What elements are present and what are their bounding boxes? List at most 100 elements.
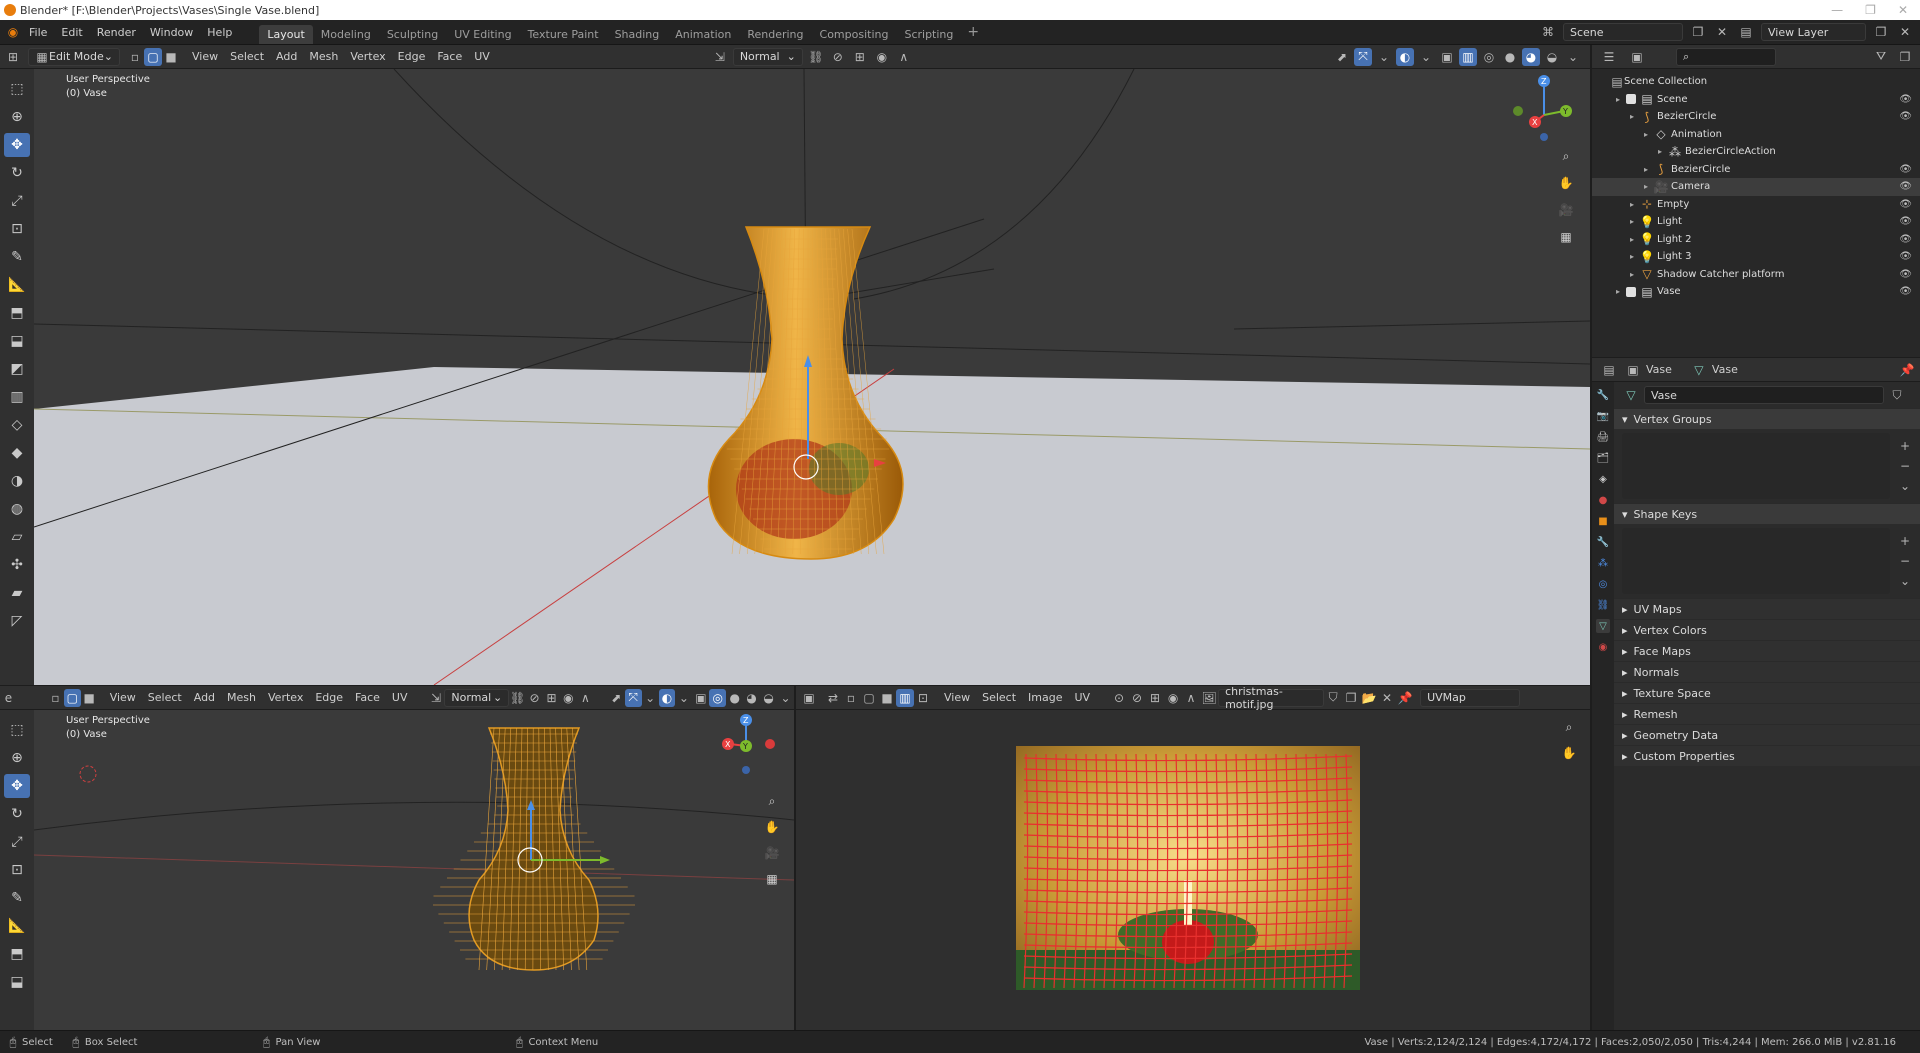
xray-icon[interactable]: ▥	[1459, 47, 1477, 66]
new-scene-icon[interactable]: ❐	[1689, 23, 1707, 41]
pin-icon[interactable]: 📌	[1898, 361, 1916, 379]
solid-shading-icon[interactable]: ●	[726, 689, 743, 707]
eye-icon[interactable]: 👁	[1899, 234, 1912, 245]
pivot-icon[interactable]: ⛓	[509, 689, 526, 707]
particles-tab-icon[interactable]: ⁂	[1596, 556, 1610, 570]
proportional-edit-icon[interactable]: ◉	[1164, 689, 1182, 707]
outliner-row-scene-collection[interactable]: ▤ Scene Collection	[1592, 73, 1920, 91]
face-select-icon[interactable]: ■	[162, 48, 180, 66]
falloff-icon[interactable]: ∧	[895, 48, 913, 66]
blender-menu-icon[interactable]: ◉	[4, 23, 22, 41]
sticky-select-icon[interactable]: ⊡	[914, 689, 932, 707]
menu-vertex[interactable]: Vertex	[344, 50, 391, 63]
outliner-row-beziercircle[interactable]: ▸ ⟆ BezierCircle 👁	[1592, 161, 1920, 179]
extrude-icon[interactable]: ⬒	[4, 942, 30, 966]
tab-layout[interactable]: Layout	[259, 25, 313, 44]
fake-user-icon[interactable]: ⛉	[1888, 386, 1906, 404]
disclosure-triangle-icon[interactable]: ▸	[1630, 112, 1640, 121]
loop-cut-icon[interactable]: ▥	[4, 385, 30, 409]
material-shading-icon[interactable]: ◕	[1522, 47, 1540, 66]
poly-build-icon[interactable]: ◆	[4, 441, 30, 465]
eye-icon[interactable]: 👁	[1899, 251, 1912, 262]
eye-icon[interactable]: 👁	[1899, 111, 1912, 122]
disclosure-triangle-icon[interactable]: ▸	[1630, 217, 1640, 226]
uv-editor[interactable]: ▣ ⇄ ▫ ▢ ■ ▥ ⊡ View Select Image UV ⊙ ⊘ ⊞ ◉ …	[796, 685, 1590, 1030]
wireframe-shading-icon[interactable]: ◎	[709, 688, 727, 707]
constraints-tab-icon[interactable]: ⛓	[1596, 598, 1610, 612]
camera-view-icon[interactable]: 🎥	[761, 842, 783, 864]
menu-edge[interactable]: Edge	[392, 50, 432, 63]
move-icon[interactable]: ✥	[4, 774, 30, 798]
extrude-icon[interactable]: ⬒	[4, 301, 30, 325]
ortho-grid-icon[interactable]: ▦	[761, 868, 783, 890]
panel-vertex-colors[interactable]: ▸ Vertex Colors	[1614, 619, 1920, 640]
disclosure-triangle-icon[interactable]: ▸	[1644, 165, 1654, 174]
edge-slide-icon[interactable]: ▱	[4, 525, 30, 549]
snap-target-icon[interactable]: ⊞	[543, 689, 560, 707]
disclosure-triangle-icon[interactable]: ▸	[1630, 270, 1640, 279]
select-box-icon[interactable]: ⬚	[4, 718, 30, 742]
outliner-row-shadow-catcher-platform[interactable]: ▸ ▽ Shadow Catcher platform 👁	[1592, 266, 1920, 284]
world-tab-icon[interactable]: ●	[1596, 493, 1610, 507]
menu-add[interactable]: Add	[270, 50, 303, 63]
disclosure-triangle-icon[interactable]: ▸	[1644, 130, 1654, 139]
menu-mesh[interactable]: Mesh	[303, 50, 344, 63]
menu-image[interactable]: Image	[1022, 691, 1068, 704]
ortho-grid-icon[interactable]: ▦	[1555, 226, 1577, 248]
unlink-image-icon[interactable]: ✕	[1378, 689, 1396, 707]
tab-uv-editing[interactable]: UV Editing	[446, 25, 519, 44]
checkbox-icon[interactable]	[1626, 94, 1636, 105]
smooth-icon[interactable]: ◍	[4, 497, 30, 521]
camera-view-icon[interactable]: 🎥	[1555, 199, 1577, 221]
overlay-toggle-icon[interactable]: ◐	[658, 688, 676, 707]
measure-icon[interactable]: 📐	[4, 273, 30, 297]
gizmo-toggle-icon[interactable]: ⤧	[1354, 47, 1372, 66]
transform-icon[interactable]: ⊡	[4, 217, 30, 241]
shear-icon[interactable]: ▰	[4, 581, 30, 605]
menu-uv[interactable]: UV	[1069, 691, 1097, 704]
view-layer-tab-icon[interactable]: 🗂	[1596, 451, 1610, 465]
maximize-icon[interactable]: ❐	[1865, 3, 1876, 17]
tab-modeling[interactable]: Modeling	[313, 25, 379, 44]
mesh-name-field[interactable]: Vase	[1644, 386, 1884, 404]
disclosure-triangle-icon[interactable]: ▸	[1630, 252, 1640, 261]
menu-select[interactable]: Select	[142, 691, 188, 704]
tab-texture-paint[interactable]: Texture Paint	[520, 25, 607, 44]
move-icon[interactable]: ✥	[4, 133, 30, 157]
mesh-data-icon[interactable]: ▽	[1622, 386, 1640, 404]
inset-icon[interactable]: ⬓	[4, 970, 30, 994]
outliner-row-scene[interactable]: ▸ ▤ Scene 👁	[1592, 91, 1920, 109]
spin-icon[interactable]: ◑	[4, 469, 30, 493]
new-image-icon[interactable]: ❐	[1342, 689, 1360, 707]
rotate-icon[interactable]: ↻	[4, 802, 30, 826]
outliner-row-light[interactable]: ▸ 💡 Light 👁	[1592, 213, 1920, 231]
menu-uv[interactable]: UV	[386, 691, 414, 704]
eye-icon[interactable]: 👁	[1899, 286, 1912, 297]
menu-add[interactable]: Add	[188, 691, 221, 704]
editor-type-icon[interactable]: ⊞	[4, 48, 22, 66]
menu-file[interactable]: File	[22, 26, 54, 39]
minimize-icon[interactable]: —	[1831, 3, 1843, 17]
add-icon[interactable]: +	[1896, 532, 1914, 550]
measure-icon[interactable]: 📐	[4, 914, 30, 938]
object-tab-icon[interactable]: ■	[1596, 514, 1610, 528]
eye-icon[interactable]: 👁	[1899, 181, 1912, 192]
scene-tab-icon[interactable]: ◈	[1596, 472, 1610, 486]
rotate-icon[interactable]: ↻	[4, 161, 30, 185]
outliner-row-light-3[interactable]: ▸ 💡 Light 3 👁	[1592, 248, 1920, 266]
zoom-icon[interactable]: ⌕	[1558, 716, 1580, 738]
lower-3d-viewport[interactable]: e ▫ ▢ ■ View Select Add Mesh Vertex Edge Face U…	[0, 686, 794, 1030]
add-icon[interactable]: +	[1896, 437, 1914, 455]
panel-custom-properties[interactable]: ▸ Custom Properties	[1614, 745, 1920, 766]
shrink-fatten-icon[interactable]: ✣	[4, 553, 30, 577]
falloff-icon[interactable]: ∧	[1182, 689, 1200, 707]
shading-dropdown-icon[interactable]: ⌄	[777, 689, 794, 707]
disclosure-triangle-icon[interactable]: ▸	[1616, 95, 1626, 104]
cursor-icon[interactable]: ⊕	[4, 105, 30, 129]
menu-view[interactable]: View	[186, 50, 224, 63]
mode-selector[interactable]: ▦ Edit Mode ⌄	[28, 47, 120, 66]
specials-icon[interactable]: ⌄	[1896, 477, 1914, 495]
panel-remesh[interactable]: ▸ Remesh	[1614, 703, 1920, 724]
select-box-icon[interactable]: ⬚	[4, 77, 30, 101]
panel-list-vertex-groups[interactable]: + − ⌄	[1622, 433, 1910, 499]
